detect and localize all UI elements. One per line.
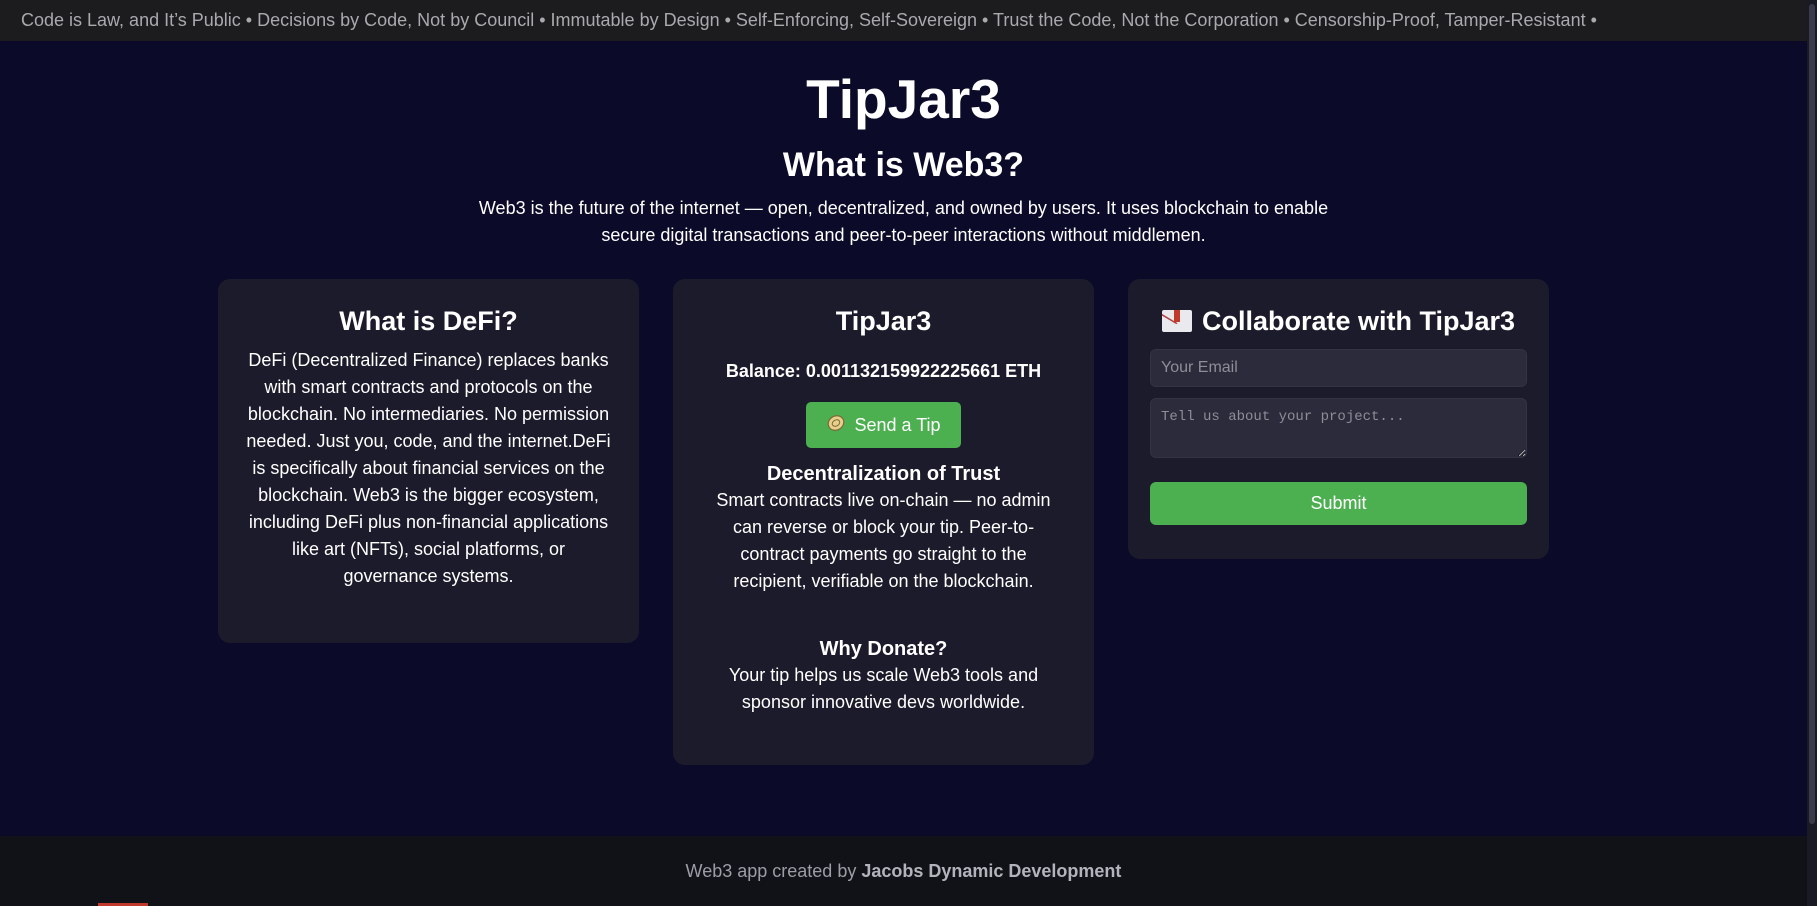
ticker-text: Code is Law, and It’s Public • Decisions… xyxy=(21,10,1597,30)
trust-heading: Decentralization of Trust xyxy=(766,463,1001,486)
balance-display: Balance: 0.001132159922225661 ETH xyxy=(725,361,1042,382)
ticker-bar: Code is Law, and It’s Public • Decisions… xyxy=(0,0,1817,41)
collaborate-heading-row: Collaborate with TipJar3 xyxy=(1150,305,1527,337)
collaborate-card: Collaborate with TipJar3 Submit xyxy=(1128,279,1549,559)
trust-description: Smart contracts live on-chain — no admin… xyxy=(716,490,1051,592)
tipjar-heading: TipJar3 xyxy=(835,306,932,336)
submit-button[interactable]: Submit xyxy=(1150,482,1527,526)
hero-section: TipJar3 What is Web3? Web3 is the future… xyxy=(0,41,1807,249)
web3-heading: What is Web3? xyxy=(782,145,1025,184)
collaborate-heading: Collaborate with TipJar3 xyxy=(1201,306,1516,336)
defi-heading: What is DeFi? xyxy=(339,306,518,336)
web3-description: Web3 is the future of the internet — ope… xyxy=(478,197,1329,245)
email-input[interactable] xyxy=(1150,349,1527,388)
tipjar-card: TipJar3 Balance: 0.001132159922225661 ET… xyxy=(673,279,1094,765)
footer: Web3 app created by Jacobs Dynamic Devel… xyxy=(0,836,1807,906)
envelope-icon xyxy=(1161,310,1192,333)
footer-author: Jacobs Dynamic Development xyxy=(861,861,1122,881)
send-tip-button[interactable]: Send a Tip xyxy=(806,402,961,449)
site-title: TipJar3 xyxy=(806,68,1001,130)
send-tip-label: Send a Tip xyxy=(854,414,941,435)
footer-prefix: Web3 app created by xyxy=(685,861,862,881)
page-scrollbar[interactable] xyxy=(1807,0,1817,906)
defi-card: What is DeFi? DeFi (Decentralized Financ… xyxy=(218,279,639,643)
donate-heading: Why Donate? xyxy=(819,638,948,661)
project-textarea[interactable] xyxy=(1150,398,1527,459)
defi-description: DeFi (Decentralized Finance) replaces ba… xyxy=(246,350,611,587)
coin-icon xyxy=(826,413,846,438)
scrollbar-thumb[interactable] xyxy=(1809,4,1815,824)
donate-description: Your tip helps us scale Web3 tools and s… xyxy=(728,665,1039,713)
